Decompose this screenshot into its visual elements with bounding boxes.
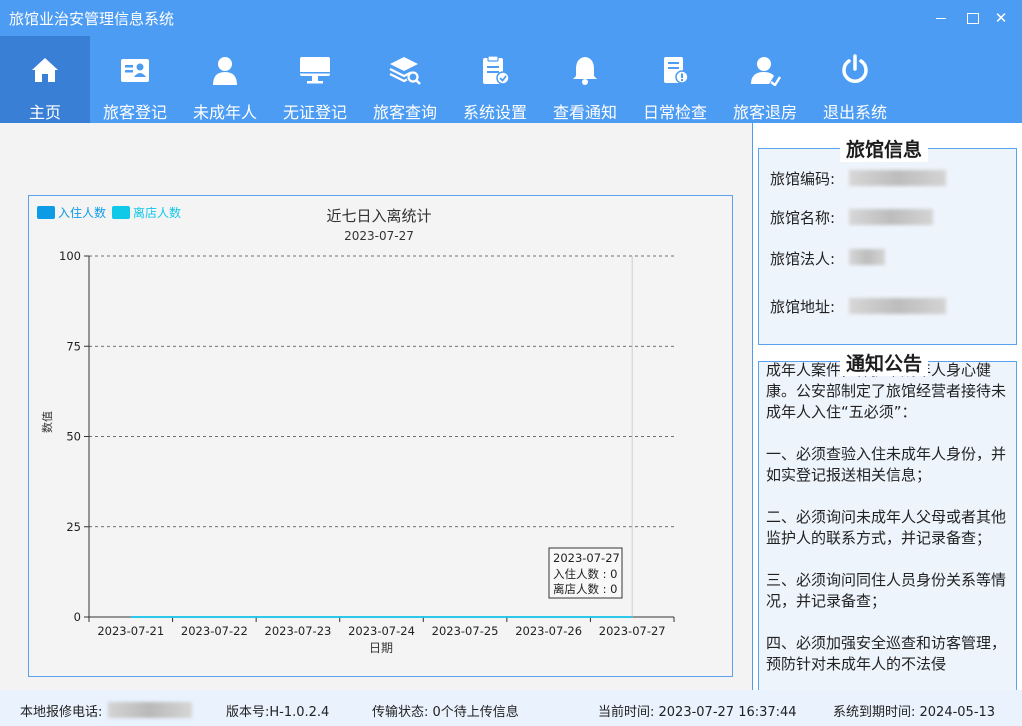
toolbar-home[interactable]: 主页 xyxy=(0,36,90,123)
maximize-icon[interactable] xyxy=(957,6,987,30)
notice-text: 成年人案件，保护未成年人身心健康。公安部制定了旅馆经营者接待未成年人入住“五必须… xyxy=(766,362,1012,675)
y-tick-label: 50 xyxy=(66,430,81,444)
toolbar-view-notice[interactable]: 查看通知 xyxy=(540,36,630,123)
notice-paragraph: 二、必须询问未成年人父母或者其他监护人的联系方式，并记录备查； xyxy=(766,508,1007,547)
legend-label-checkout[interactable]: 离店人数 xyxy=(133,205,181,220)
x-tick-label: 2023-07-27 xyxy=(599,624,666,638)
toolbar-checkout[interactable]: 旅客退房 xyxy=(720,36,810,123)
close-icon[interactable]: ✕ xyxy=(986,6,1016,30)
toolbar-guest-query[interactable]: 旅客查询 xyxy=(360,36,450,123)
chart-tooltip: 2023-07-27 入住人数 : 0 离店人数 : 0 xyxy=(548,547,623,599)
toolbar-label: 日常检查 xyxy=(642,103,707,122)
hotel-legal-label: 旅馆法人: xyxy=(770,250,836,268)
toolbar-exit[interactable]: 退出系统 xyxy=(810,36,900,123)
hotel-code-value-redacted xyxy=(849,170,946,186)
notice-paragraph: 四、必须加强安全巡查和访客管理，预防针对未成年人的不法侵 xyxy=(766,634,1007,673)
notice-panel[interactable]: 成年人案件，保护未成年人身心健康。公安部制定了旅馆经营者接待未成年人入住“五必须… xyxy=(758,361,1017,692)
chart-subtitle: 2023-07-27 xyxy=(344,229,414,243)
user-checkout-icon xyxy=(751,57,781,86)
chart-title: 近七日入离统计 xyxy=(326,207,431,225)
toolbar-label: 退出系统 xyxy=(822,103,887,122)
clipboard-check-icon xyxy=(483,55,510,85)
title-bar: 旅馆业治安管理信息系统 ✕ xyxy=(0,0,1022,36)
toolbar-label: 旅客登记 xyxy=(102,103,167,122)
hotel-name-label: 旅馆名称: xyxy=(770,209,836,227)
toolbar-label: 未成年人 xyxy=(192,103,257,122)
current-time: 当前时间: 2023-07-27 16:37:44 xyxy=(598,705,797,720)
transfer-status: 传输状态: 0个待上传信息 xyxy=(372,705,519,720)
toolbar-label: 旅客查询 xyxy=(372,103,437,122)
person-icon xyxy=(213,57,237,85)
tooltip-date: 2023-07-27 xyxy=(553,551,620,565)
power-icon xyxy=(842,54,868,83)
notice-paragraph: 三、必须询问同住人员身份关系等情况，并记录备查； xyxy=(766,571,1007,610)
legend-label-checkin[interactable]: 入住人数 xyxy=(58,205,106,220)
main-toolbar: 主页 旅客登记 未成年人 无证登记 旅客查询 系统设置 查看通知 日常检查 旅客… xyxy=(0,36,1022,123)
x-tick-label: 2023-07-21 xyxy=(97,624,164,638)
y-tick-label: 100 xyxy=(59,249,81,263)
minimize-icon[interactable] xyxy=(926,6,956,30)
repair-phone-value-redacted xyxy=(108,702,192,718)
toolbar-minor[interactable]: 未成年人 xyxy=(180,36,270,123)
hotel-legal-value-redacted xyxy=(849,249,885,265)
bell-icon xyxy=(573,57,597,85)
legend-swatch-checkout[interactable] xyxy=(112,206,130,219)
toolbar-label: 旅客退房 xyxy=(732,103,797,122)
layers-search-icon xyxy=(389,57,421,85)
hotel-code-label: 旅馆编码: xyxy=(770,170,836,188)
chart-svg: 入住人数 离店人数 近七日入离统计 2023-07-27 数值 日期 0 25 50… xyxy=(37,205,675,655)
toolbar-guest-register[interactable]: 旅客登记 xyxy=(90,36,180,123)
hotel-info-title: 旅馆信息 xyxy=(840,135,929,162)
stats-chart: 入住人数 离店人数 近七日入离统计 2023-07-27 数值 日期 0 25 50… xyxy=(28,195,733,677)
legend-swatch-checkin[interactable] xyxy=(37,206,55,219)
version-text: 版本号:H-1.0.2.4 xyxy=(226,705,330,720)
toolbar-daily-check[interactable]: 日常检查 xyxy=(630,36,720,123)
hotel-name-value-redacted xyxy=(849,209,933,225)
monitor-icon xyxy=(300,57,330,84)
y-tick-label: 0 xyxy=(74,610,81,624)
toolbar-label: 无证登记 xyxy=(282,103,347,122)
x-axis-label: 日期 xyxy=(369,641,393,655)
home-icon xyxy=(32,58,58,82)
notice-title: 通知公告 xyxy=(840,349,929,376)
x-tick-label: 2023-07-25 xyxy=(432,624,499,638)
document-alert-icon xyxy=(664,57,689,84)
x-tick-label: 2023-07-26 xyxy=(515,624,582,638)
y-tick-label: 25 xyxy=(66,520,81,534)
y-axis-label: 数值 xyxy=(41,411,54,433)
y-tick-label: 75 xyxy=(66,339,81,353)
toolbar-label: 系统设置 xyxy=(462,103,527,122)
hotel-address-value-redacted xyxy=(849,298,946,314)
tooltip-checkin: 入住人数 : 0 xyxy=(553,567,618,581)
hotel-info-panel: 旅馆编码: 旅馆名称: 旅馆法人: 旅馆地址: xyxy=(758,148,1017,345)
status-bar: 本地报修电话: 版本号:H-1.0.2.4 传输状态: 0个待上传信息 当前时间… xyxy=(0,690,1022,726)
hotel-address-label: 旅馆地址: xyxy=(770,298,836,316)
toolbar-label: 主页 xyxy=(28,103,61,122)
tooltip-checkout: 离店人数 : 0 xyxy=(553,582,618,596)
toolbar-label: 查看通知 xyxy=(552,103,617,122)
x-tick-label: 2023-07-23 xyxy=(265,624,332,638)
right-sidebar: 旅馆编码: 旅馆名称: 旅馆法人: 旅馆地址: 旅馆信息 成年人案件，保护未成年… xyxy=(753,123,1022,692)
toolbar-settings[interactable]: 系统设置 xyxy=(450,36,540,123)
expiry-date: 系统到期时间: 2024-05-13 xyxy=(833,705,996,720)
toolbar-no-id-register[interactable]: 无证登记 xyxy=(270,36,360,123)
notice-paragraph: 一、必须查验入住未成年人身份，并如实登记报送相关信息； xyxy=(766,445,1007,484)
main-content: 入住人数 离店人数 近七日入离统计 2023-07-27 数值 日期 0 25 50… xyxy=(0,123,752,690)
x-tick-label: 2023-07-24 xyxy=(348,624,415,638)
repair-phone-label: 本地报修电话: xyxy=(20,705,103,720)
x-tick-label: 2023-07-22 xyxy=(181,624,248,638)
id-card-icon xyxy=(121,59,149,82)
window-title: 旅馆业治安管理信息系统 xyxy=(9,10,175,28)
